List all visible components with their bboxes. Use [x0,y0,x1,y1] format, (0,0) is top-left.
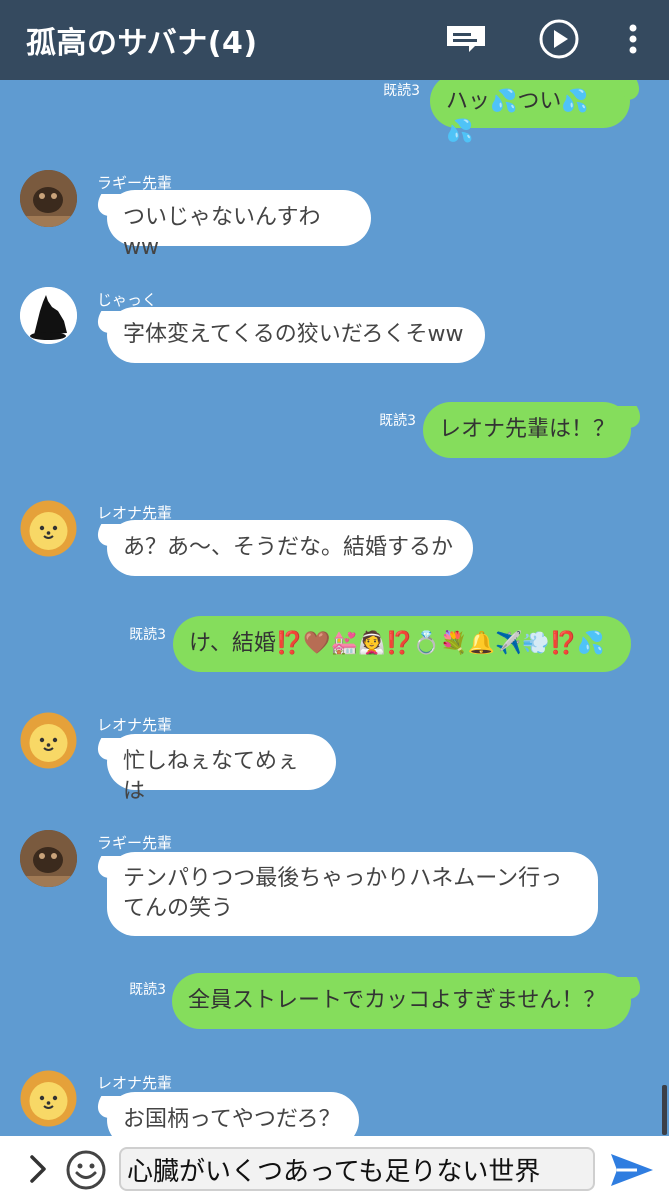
incoming-bubble[interactable]: お国柄ってやつだろ？ [107,1092,359,1136]
outgoing-bubble[interactable]: け、結婚⁉️🤎💒👰⁉️💍💐🔔✈️💨⁉️💦 [173,616,631,672]
note-icon[interactable] [440,14,492,64]
sender-name: レオナ先輩 [97,1074,173,1092]
scrollbar[interactable] [662,1085,667,1135]
incoming-bubble[interactable]: 忙しねぇなてめぇは [107,734,336,804]
message-input[interactable]: 心臓がいくつあっても足りない世界 [119,1147,595,1191]
chat-title: 孤高のサバナ(4) [26,26,258,61]
outgoing-bubble[interactable]: 全員ストレートでカッコよすぎません！？ [172,973,631,1029]
lion-avatar[interactable] [20,712,77,769]
incoming-bubble[interactable]: 字体変えてくるの狡いだろくそww [107,307,485,363]
outgoing-bubble[interactable]: ハッ💦つい💦💦 [430,80,630,144]
chat-area[interactable]: 既読3 ハッ💦つい💦💦 ラギー先輩 ついじゃないんすわww じゃっく 字体変えて… [0,80,669,1136]
chat-header: 孤高のサバナ(4) [0,0,669,80]
chevron-right-icon[interactable] [20,1152,56,1186]
read-receipt: 既読3 [383,83,420,99]
lion-avatar[interactable] [20,500,77,557]
wolf-avatar[interactable] [20,287,77,344]
read-receipt: 既読3 [129,982,166,998]
play-icon[interactable] [533,14,585,64]
more-vert-icon[interactable] [618,14,648,64]
read-receipt: 既読3 [129,627,166,643]
hyena-avatar[interactable] [20,170,77,227]
sender-name: レオナ先輩 [97,716,173,734]
incoming-bubble[interactable]: ついじゃないんすわww [107,190,371,260]
sender-name: ラギー先輩 [97,834,173,852]
hyena-avatar[interactable] [20,830,77,887]
send-icon[interactable] [606,1148,658,1192]
message-input-bar: 心臓がいくつあっても足りない世界 [0,1136,669,1200]
incoming-bubble[interactable]: テンパりつつ最後ちゃっかりハネムーン行ってんの笑う [107,852,598,936]
outgoing-bubble[interactable]: レオナ先輩は！？ [423,402,631,458]
incoming-bubble[interactable]: あ？あ〜、そうだな。結婚するか [107,520,473,576]
emoji-icon[interactable] [64,1148,108,1192]
lion-avatar[interactable] [20,1070,77,1127]
read-receipt: 既読3 [379,413,416,429]
